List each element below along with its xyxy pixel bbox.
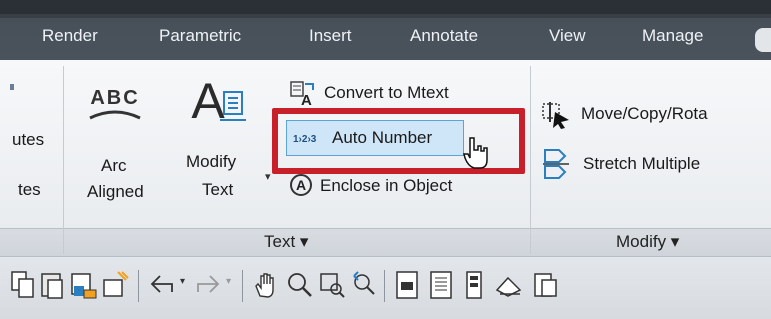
zoom-realtime-icon[interactable] [286, 270, 314, 300]
zoom-window-icon[interactable] [318, 270, 346, 300]
toolbar-separator [242, 270, 243, 302]
redo-icon[interactable] [194, 270, 222, 300]
panel-title-modify[interactable]: Modify ▾ [616, 232, 679, 252]
match-properties-icon[interactable] [70, 270, 98, 300]
stretch-multiple-icon [543, 149, 569, 179]
toolbar-separator [138, 270, 139, 302]
sheet-set-icon[interactable] [494, 270, 524, 300]
paste-icon[interactable] [40, 270, 66, 300]
tab-render[interactable]: Render [42, 26, 98, 46]
move-copy-rotate-label: Move/Copy/Rota [581, 104, 708, 123]
redo-dropdown-icon[interactable]: ▾ [226, 276, 231, 287]
clipped-label-1[interactable]: utes [12, 130, 44, 150]
tab-manage[interactable]: Manage [642, 26, 703, 46]
toolbar-separator [384, 270, 385, 302]
tab-parametric[interactable]: Parametric [159, 26, 241, 46]
modify-text-icon: A [191, 73, 246, 129]
panel-title-text[interactable]: Text ▾ [264, 232, 308, 252]
tab-view[interactable]: View [549, 26, 586, 46]
panel-divider [530, 66, 531, 254]
enclose-icon: A [290, 174, 312, 196]
clipped-label-2[interactable]: tes [18, 180, 41, 200]
enclose-in-object-label: Enclose in Object [320, 176, 453, 195]
modify-text-label-1: Modify [186, 152, 237, 171]
pan-icon[interactable] [252, 270, 280, 300]
clipped-icon [10, 84, 14, 90]
tab-insert[interactable]: Insert [309, 26, 352, 46]
stretch-multiple-label: Stretch Multiple [583, 154, 701, 173]
arc-aligned-icon: ABC [89, 87, 141, 120]
convert-to-mtext-icon: A [290, 81, 314, 106]
undo-dropdown-icon[interactable]: ▾ [180, 276, 185, 287]
properties-icon[interactable] [394, 270, 422, 300]
svg-text:ABC: ABC [90, 87, 139, 109]
arc-aligned-label-1: Arc [101, 156, 127, 175]
dropdown-arrow-icon[interactable]: ▾ [265, 170, 271, 183]
zoom-previous-icon[interactable] [350, 270, 378, 300]
markup-icon[interactable] [532, 270, 560, 300]
convert-to-mtext-label: Convert to Mtext [324, 83, 449, 102]
svg-text:A: A [301, 92, 312, 106]
title-bar-strip [0, 0, 771, 14]
hand-cursor-icon [463, 137, 488, 169]
tab-partial-right[interactable] [755, 28, 771, 52]
design-center-icon[interactable] [428, 270, 456, 300]
panel-divider [63, 66, 64, 254]
paste-special-icon[interactable] [102, 270, 130, 300]
modify-text-label-2: Text [202, 180, 234, 199]
undo-icon[interactable] [148, 270, 176, 300]
copy-icon[interactable] [10, 270, 36, 300]
move-copy-rotate-icon [542, 102, 569, 129]
tab-annotate[interactable]: Annotate [410, 26, 478, 46]
tool-palettes-icon[interactable] [462, 270, 490, 300]
arc-aligned-label-2: Aligned [87, 182, 144, 201]
